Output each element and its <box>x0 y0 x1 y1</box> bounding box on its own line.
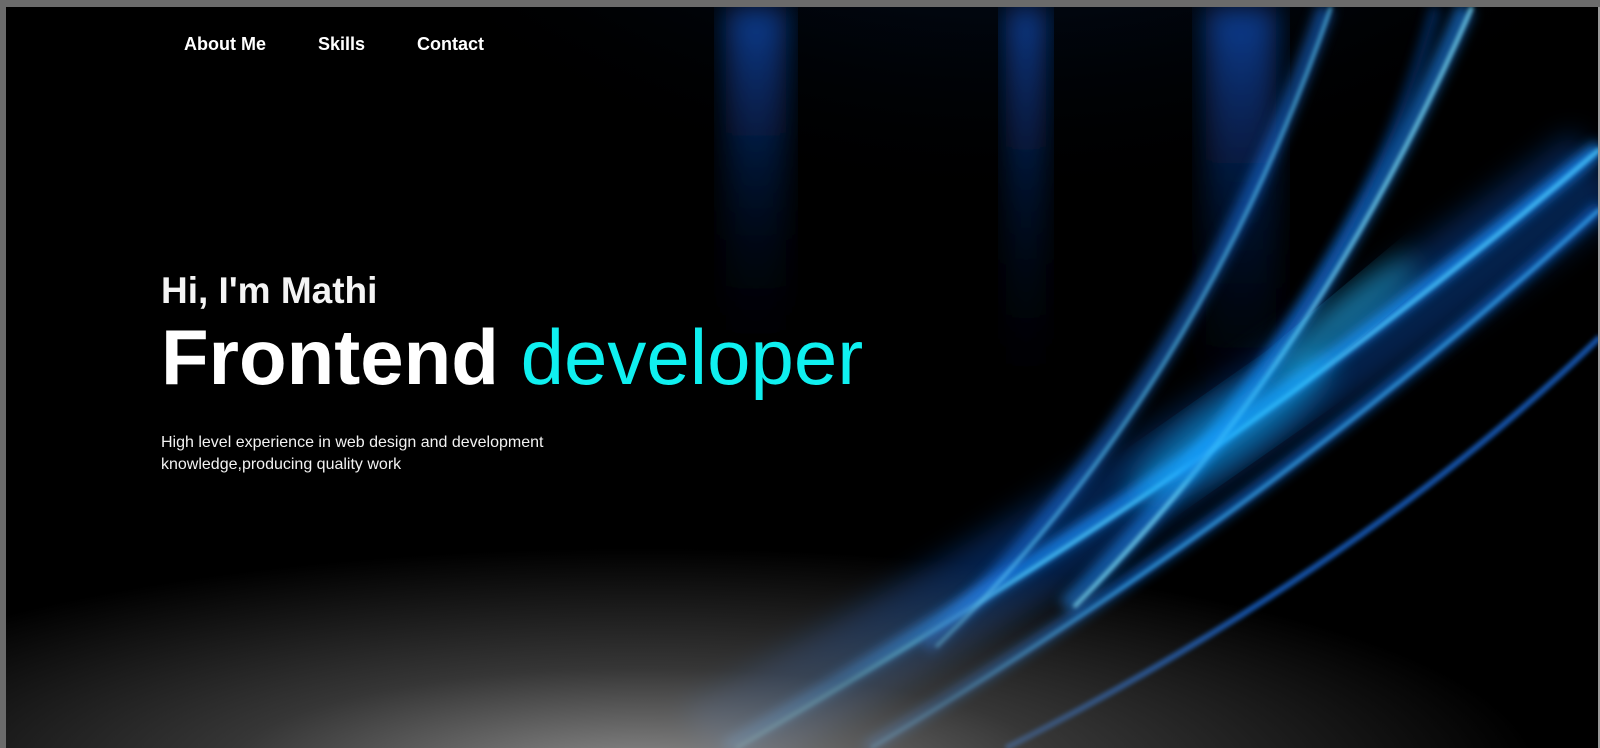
top-navigation: About Me Skills Contact <box>184 32 484 56</box>
nav-link-contact[interactable]: Contact <box>417 32 484 56</box>
hero-text-block: Hi, I'm Mathi Frontend developer High le… <box>161 270 863 476</box>
tagline-line-1: High level experience in web design and … <box>161 434 544 451</box>
tagline-line-2: knowledge,producing quality work <box>161 456 402 473</box>
headline-accent-word: developer <box>520 313 864 401</box>
hero-tagline: High level experience in web design and … <box>161 432 581 476</box>
headline-main-word: Frontend <box>161 313 499 401</box>
nav-link-about-me[interactable]: About Me <box>184 32 266 56</box>
hero-headline: Frontend developer <box>161 314 863 400</box>
hero-greeting: Hi, I'm Mathi <box>161 270 378 311</box>
nav-link-skills[interactable]: Skills <box>318 32 365 56</box>
window-top-edge <box>0 0 1600 7</box>
